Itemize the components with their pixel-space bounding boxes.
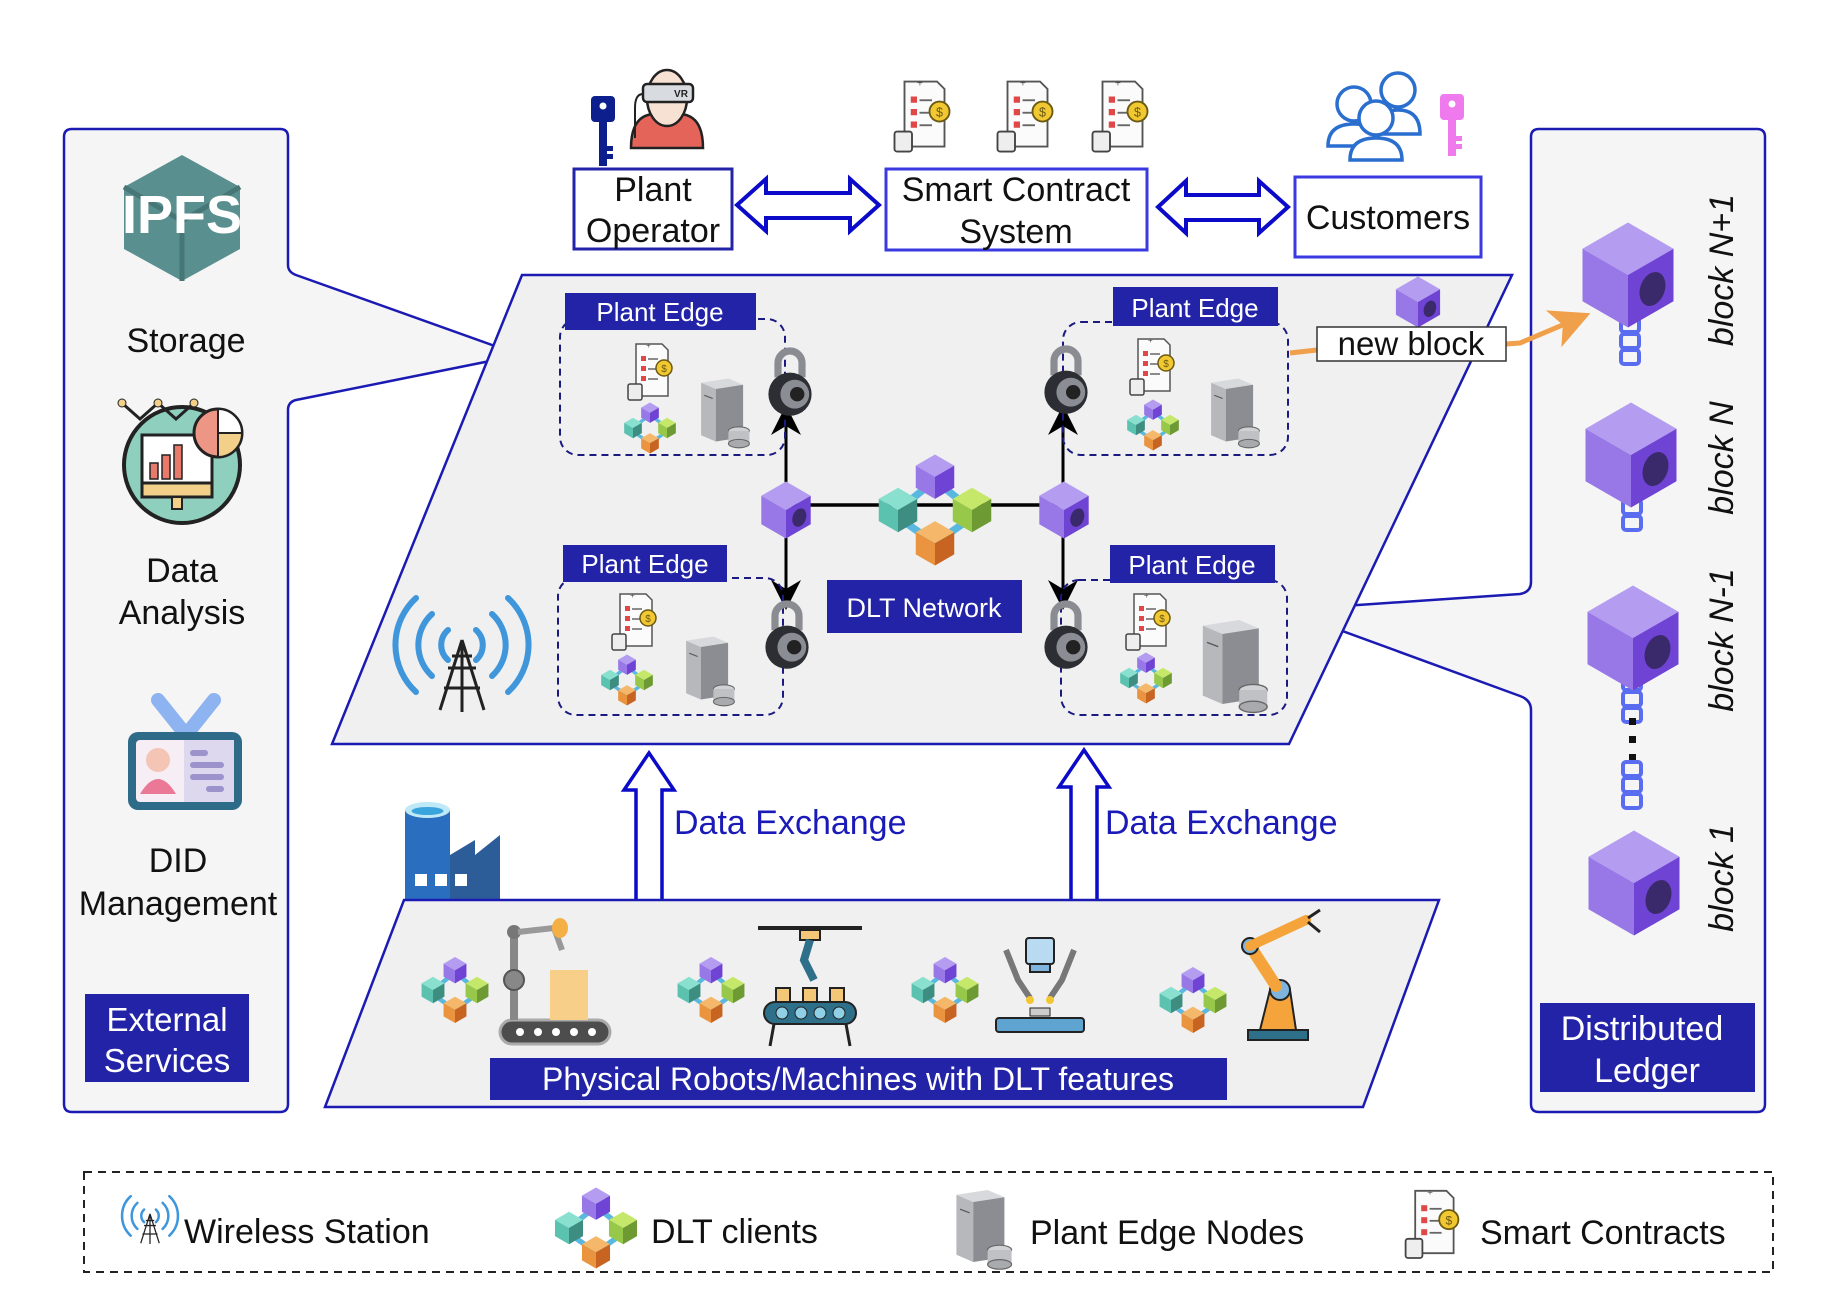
customers-box: Customers [1293, 175, 1483, 259]
double-arrow-icon [1155, 176, 1291, 238]
did-label-line1: DID [149, 842, 208, 880]
factory-icon [405, 802, 500, 900]
architecture-diagram: $ + [62, 68, 1774, 1273]
plant-operator-box: Plant Operator [572, 167, 734, 251]
data-analysis-label-line2: Analysis [119, 594, 246, 632]
ellipsis-dot [1629, 718, 1636, 725]
smart-contract-icon [893, 77, 951, 153]
smart-contract-icon [996, 77, 1054, 153]
key-icon [591, 96, 615, 166]
distributed-ledger-title-line1: Distributed [1561, 1010, 1724, 1048]
double-arrow-icon [734, 174, 882, 236]
key-icon [1440, 94, 1464, 156]
distributed-ledger-title: Distributed Ledger [1540, 1003, 1755, 1092]
plant-edge-label: Plant Edge [596, 297, 723, 327]
data-analysis-label-line1: Data [146, 552, 218, 590]
legend-label: Smart Contracts [1480, 1214, 1726, 1252]
external-services-title-line1: External [106, 1001, 227, 1038]
external-services-title-line2: Services [104, 1042, 231, 1079]
block-label: block 1 [1703, 824, 1741, 932]
plant-edge-node-icon [700, 377, 750, 449]
new-block-label: new block [1316, 325, 1507, 362]
distributed-ledger-title-line2: Ledger [1594, 1052, 1700, 1090]
plant-edge-node-icon [955, 1189, 1013, 1270]
plant-edge-node-icon [685, 635, 735, 707]
physical-layer-label-text: Physical Robots/Machines with DLT featur… [542, 1061, 1174, 1097]
legend-label: Wireless Station [184, 1213, 430, 1251]
ellipsis-dot [1629, 754, 1636, 761]
dlt-network-label-text: DLT Network [846, 593, 1002, 623]
plant-operator-line1: Plant [614, 171, 692, 209]
legend-label: DLT clients [651, 1213, 818, 1251]
storage-label: Storage [126, 322, 245, 360]
new-block-text: new block [1338, 325, 1485, 362]
users-group-icon [1326, 71, 1422, 162]
plant-edge-label: Plant Edge [581, 549, 708, 579]
smart-contract-icon [1091, 77, 1149, 153]
smart-contract-system-box: Smart Contract System [884, 167, 1149, 252]
physical-layer-label: Physical Robots/Machines with DLT featur… [490, 1058, 1227, 1100]
plant-edge-node-icon [1202, 619, 1268, 714]
block-label: block N [1703, 401, 1741, 515]
block-label: block N+1 [1703, 194, 1741, 346]
customers-label: Customers [1306, 199, 1470, 237]
plant-edge-label: Plant Edge [1128, 550, 1255, 580]
block-label: block N-1 [1703, 568, 1741, 712]
plant-operator-line2: Operator [586, 212, 720, 250]
dlt-network-label: DLT Network [827, 580, 1022, 633]
smart-contract-system-line1: Smart Contract [902, 171, 1131, 209]
svg-text:VR: VR [674, 89, 689, 100]
plant-edge-node-icon [1210, 377, 1260, 449]
new-block-arrow [1289, 347, 1318, 356]
external-services-title: External Services [85, 994, 249, 1082]
did-label-line2: Management [79, 885, 278, 923]
legend-label: Plant Edge Nodes [1030, 1214, 1304, 1252]
data-exchange-label: Data Exchange [1105, 804, 1338, 842]
ellipsis-dot [1629, 736, 1636, 743]
smart-contract-system-line2: System [959, 213, 1072, 251]
vr-headset-person-icon: VR [629, 68, 705, 150]
data-exchange-label: Data Exchange [674, 804, 907, 842]
plant-edge-label: Plant Edge [1131, 293, 1258, 323]
ipfs-icon-text: IPFS [122, 185, 242, 245]
